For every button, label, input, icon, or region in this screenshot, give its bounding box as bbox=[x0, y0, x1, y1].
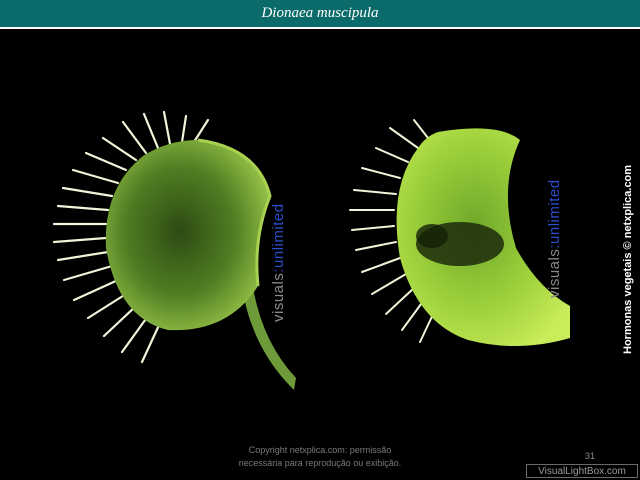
flytrap-left-image bbox=[52, 110, 296, 390]
photo-watermark-left: visuals:unlimited bbox=[270, 203, 287, 322]
watermark-colon: : bbox=[546, 243, 563, 249]
watermark-word: unlimited bbox=[546, 179, 563, 244]
copyright-line: necessária para reprodução ou exibição. bbox=[238, 458, 402, 468]
slide-title-bar: Dionaea muscipula bbox=[0, 0, 640, 29]
side-credit: Hormonas vegetais © netxplica.com bbox=[622, 164, 634, 354]
flytrap-photo-left bbox=[48, 108, 296, 390]
page-number: 31 bbox=[585, 451, 596, 461]
copyright-line: Copyright netxplica.com: permissão bbox=[248, 445, 392, 455]
slide-title: Dionaea muscipula bbox=[261, 5, 379, 21]
watermark-word: visuals bbox=[546, 248, 563, 298]
watermark-word: visuals bbox=[270, 272, 287, 322]
copyright-notice: Copyright netxplica.com: permissão neces… bbox=[200, 444, 440, 470]
flytrap-photo-right bbox=[348, 118, 570, 360]
flytrap-right-image bbox=[349, 119, 570, 347]
watermark-colon: : bbox=[270, 267, 287, 273]
watermark-word: unlimited bbox=[270, 203, 287, 268]
photo-watermark-right: visuals:unlimited bbox=[546, 179, 563, 298]
visuallightbox-logo[interactable]: VisualLightBox.com bbox=[526, 464, 638, 478]
